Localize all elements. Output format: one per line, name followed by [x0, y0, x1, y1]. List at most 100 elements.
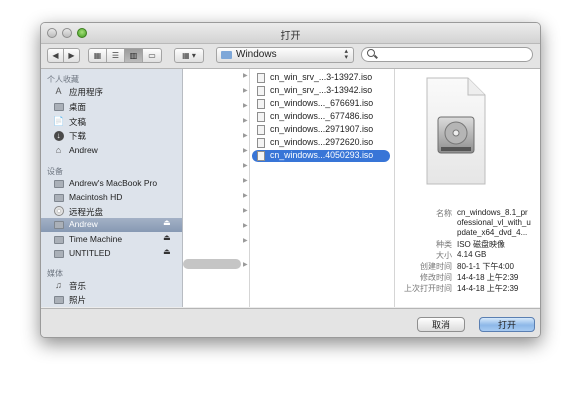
file-row[interactable]: cn_win_srv_...3-13927.iso: [252, 72, 390, 84]
disclosure-triangle-icon: ▶: [243, 238, 248, 244]
eject-icon[interactable]: ⏏: [163, 218, 171, 227]
created-value: 80-1-1 下午4:00: [457, 262, 514, 271]
location-popup[interactable]: Windows ▴ ▾: [216, 47, 354, 63]
disclosure-triangle-icon: ▶: [243, 148, 248, 154]
file-list-column: cn_win_srv_...3-13927.iso cn_win_srv_...…: [250, 69, 395, 307]
sidebar-item-applications[interactable]: A 应用程序: [41, 85, 182, 99]
iso-file-icon: [257, 99, 265, 109]
iso-file-icon: [257, 125, 265, 135]
cover-flow-view-button[interactable]: ▭: [142, 48, 162, 63]
kind-value: ISO 磁盘映像: [457, 240, 506, 249]
updown-arrows-icon: ▴ ▾: [344, 48, 348, 61]
iso-file-icon: [257, 112, 265, 122]
name-value-line1: cn_windows_8.1_pr: [457, 208, 528, 217]
file-row[interactable]: cn_windows..._677486.iso: [252, 111, 390, 123]
arrange-button[interactable]: ▦ ▾: [174, 48, 204, 63]
name-value-line2: ofessional_vl_with_u: [457, 218, 531, 227]
applications-icon: A: [55, 86, 62, 96]
disclosure-triangle-icon: ▶: [243, 208, 248, 214]
downloads-icon: ↓: [53, 130, 64, 141]
open-button[interactable]: 打开: [479, 317, 535, 332]
chevron-left-icon: ◀: [52, 51, 59, 60]
disclosure-triangle-icon: ▶: [243, 178, 248, 184]
size-value: 4.14 GB: [457, 250, 487, 259]
size-label: 大小: [436, 251, 452, 260]
search-field[interactable]: [361, 47, 533, 62]
back-button[interactable]: ◀: [47, 48, 64, 63]
drive-icon: [53, 248, 64, 259]
home-icon: ⌂: [55, 145, 62, 155]
cancel-button[interactable]: 取消: [417, 317, 465, 332]
iso-file-icon: [257, 86, 265, 96]
remote-disc-icon: [53, 206, 64, 217]
location-label: Windows: [236, 49, 277, 60]
sidebar-item-macbook[interactable]: Andrew's MacBook Pro: [41, 177, 182, 191]
sidebar-item-time-machine[interactable]: Time Machine ⏏: [41, 233, 182, 247]
sidebar-item-desktop[interactable]: 桌面: [41, 100, 182, 114]
sidebar-item-remote-disc[interactable]: 远程光盘: [41, 205, 182, 219]
eject-icon[interactable]: ⏏: [163, 247, 171, 256]
laptop-icon: [53, 178, 64, 189]
horizontal-scrollbar[interactable]: [183, 259, 241, 269]
sidebar: 个人收藏 A 应用程序 桌面 📄 文稿 ↓ 下载 ⌂ Andrew 设备 And…: [41, 69, 183, 307]
iso-file-icon: [257, 151, 265, 161]
desktop-icon: [53, 101, 64, 112]
sidebar-item-home[interactable]: ⌂ Andrew: [41, 144, 182, 158]
time-machine-icon: [53, 234, 64, 245]
disclosure-triangle-icon: ▶: [243, 73, 248, 79]
toolbar: ◀ ▶ ▦ ☰ ▥ ▭ ▦ ▾ Windows ▴ ▾: [41, 44, 540, 69]
drive-icon: [53, 219, 64, 230]
sidebar-item-downloads[interactable]: ↓ 下载: [41, 129, 182, 143]
sidebar-section-devices: 设备: [47, 167, 63, 176]
search-icon: [367, 49, 375, 57]
icon-view-icon: ▦: [93, 51, 102, 60]
photos-icon: [53, 294, 64, 305]
list-view-button[interactable]: ☰: [106, 48, 125, 63]
file-row[interactable]: cn_windows..._676691.iso: [252, 98, 390, 110]
preview-pane: 名称 cn_windows_8.1_pr ofessional_vl_with_…: [395, 69, 540, 307]
name-label: 名称: [436, 209, 452, 218]
icon-view-button[interactable]: ▦: [88, 48, 107, 63]
file-row[interactable]: cn_win_srv_...3-13942.iso: [252, 85, 390, 97]
sidebar-item-macintosh-hd[interactable]: Macintosh HD: [41, 191, 182, 205]
disclosure-triangle-icon: ▶: [243, 133, 248, 139]
documents-icon: 📄: [53, 116, 65, 126]
sidebar-item-documents[interactable]: 📄 文稿: [41, 115, 182, 129]
sidebar-item-music[interactable]: ♫ 音乐: [41, 279, 182, 293]
disclosure-triangle-icon: ▶: [243, 193, 248, 199]
file-row[interactable]: cn_windows...2972620.iso: [252, 137, 390, 149]
list-view-icon: ☰: [111, 51, 120, 60]
disclosure-triangle-icon: ▶: [243, 118, 248, 124]
sidebar-item-untitled[interactable]: UNTITLED ⏏: [41, 247, 182, 261]
disclosure-triangle-icon: ▶: [243, 163, 248, 169]
cover-flow-icon: ▭: [148, 51, 156, 60]
last-opened-label: 上次打开时间: [404, 284, 452, 293]
title-bar: 打开: [41, 23, 540, 44]
grid-icon: ▦ ▾: [182, 51, 196, 60]
column-view-icon: ▥: [129, 51, 138, 60]
music-icon: ♫: [55, 280, 62, 290]
disclosure-triangle-icon: ▶: [243, 223, 248, 229]
column-view-button[interactable]: ▥: [124, 48, 143, 63]
sidebar-item-andrew-drive[interactable]: Andrew ⏏: [41, 218, 182, 232]
open-dialog: 打开 ◀ ▶ ▦ ☰ ▥ ▭ ▦ ▾ Windows ▴ ▾ 个人收藏 A 应用…: [40, 22, 541, 338]
modified-value: 14-4-18 上午2:39: [457, 273, 519, 282]
name-value-line3: pdate_x64_dvd_4...: [457, 228, 528, 237]
sidebar-item-photos[interactable]: 照片: [41, 293, 182, 307]
kind-label: 种类: [436, 240, 452, 249]
browser-column-parent[interactable]: ▶ ▶ ▶ ▶ ▶ ▶ ▶ ▶ ▶ ▶ ▶ ▶ ▶: [183, 69, 250, 307]
disclosure-triangle-icon: ▶: [243, 103, 248, 109]
disk-image-document-icon: [426, 77, 486, 185]
eject-icon[interactable]: ⏏: [163, 233, 171, 242]
forward-button[interactable]: ▶: [63, 48, 80, 63]
button-bar: 取消 打开: [41, 308, 540, 337]
sidebar-section-favorites: 个人收藏: [47, 75, 79, 84]
file-row-selected[interactable]: cn_windows...4050293.iso: [252, 150, 390, 162]
chevron-right-icon: ▶: [68, 51, 75, 60]
folder-icon: [221, 51, 232, 59]
iso-file-icon: [257, 73, 265, 83]
file-row[interactable]: cn_windows...2971907.iso: [252, 124, 390, 136]
last-opened-value: 14-4-18 上午2:39: [457, 284, 519, 293]
window-title: 打开: [280, 31, 301, 42]
sidebar-section-media: 媒体: [47, 269, 63, 278]
